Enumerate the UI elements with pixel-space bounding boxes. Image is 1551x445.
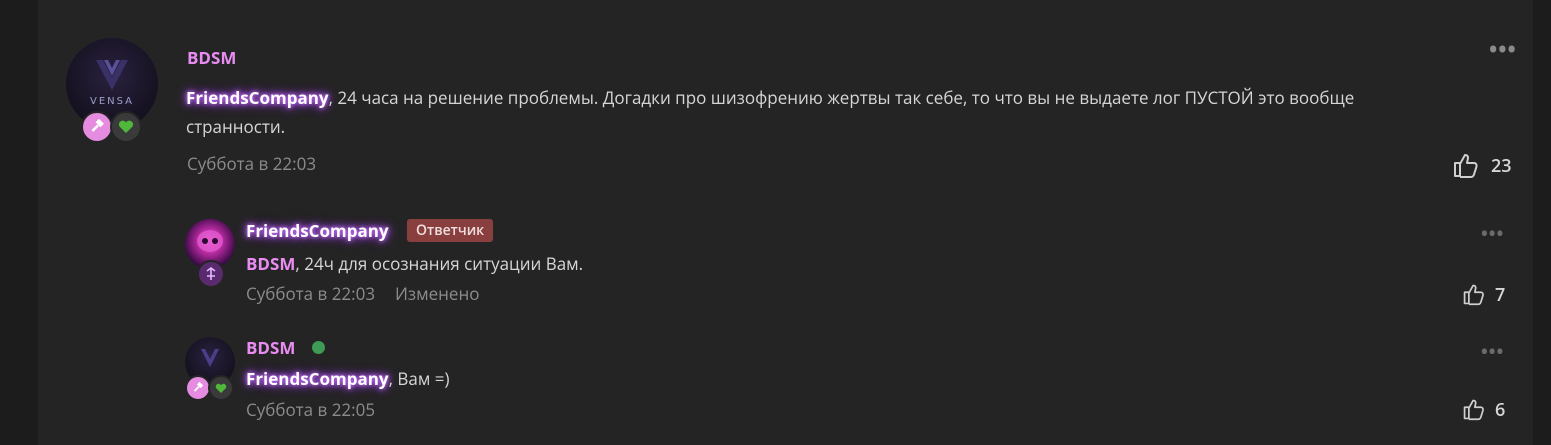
reply-timestamp[interactable]: Суббота в 22:03 xyxy=(246,282,375,305)
like-count: 6 xyxy=(1495,398,1506,422)
mention-link[interactable]: FriendsCompany xyxy=(186,86,329,109)
vensa-logo-icon xyxy=(96,60,128,90)
role-badge: Ответчик xyxy=(407,219,494,242)
mention-link[interactable]: BDSM xyxy=(246,252,295,275)
reply-body: BDSM, 24ч для осознания ситуации Вам. xyxy=(246,249,583,278)
heart-badge-icon[interactable] xyxy=(208,375,234,401)
avatar[interactable]: VENSA xyxy=(66,38,158,130)
reply-timestamp[interactable]: Суббота в 22:05 xyxy=(246,398,375,421)
reply-author[interactable]: FriendsCompany xyxy=(246,219,389,242)
like-button[interactable] xyxy=(1462,397,1486,426)
like-count: 7 xyxy=(1495,283,1506,307)
thumbs-up-icon xyxy=(1463,399,1484,421)
like-button[interactable] xyxy=(1452,151,1480,184)
reply-text: , Вам =) xyxy=(388,367,450,390)
reply-author[interactable]: BDSM xyxy=(246,336,295,359)
reply-text: , 24ч для осознания ситуации Вам. xyxy=(295,252,584,275)
gavel-badge-icon[interactable] xyxy=(81,111,113,143)
thumbs-up-icon xyxy=(1463,284,1484,306)
like-count: 23 xyxy=(1491,154,1512,178)
heart-badge-icon[interactable] xyxy=(110,111,142,143)
like-button[interactable] xyxy=(1462,282,1486,311)
comment-author[interactable]: BDSM xyxy=(187,46,236,69)
online-status-indicator xyxy=(312,341,325,354)
rank-badge-icon[interactable] xyxy=(197,260,225,288)
more-options-icon[interactable]: ••• xyxy=(1481,340,1504,364)
comment-body: FriendsCompany, 24 часа на решение пробл… xyxy=(186,83,1446,141)
comment-text: , 24 часа на решение проблемы. Догадки п… xyxy=(328,86,1355,109)
avatar-text: VENSA xyxy=(89,96,134,107)
more-options-icon[interactable]: ••• xyxy=(1489,34,1517,64)
comment-timestamp[interactable]: Суббота в 22:03 xyxy=(187,152,316,175)
thumbs-up-icon xyxy=(1454,154,1478,178)
reply-body: FriendsCompany, Вам =) xyxy=(246,364,449,393)
edited-label: Изменено xyxy=(395,282,480,305)
more-options-icon[interactable]: ••• xyxy=(1481,222,1504,246)
comment-text-line2: странности. xyxy=(186,115,286,138)
mention-link[interactable]: FriendsCompany xyxy=(246,367,389,390)
